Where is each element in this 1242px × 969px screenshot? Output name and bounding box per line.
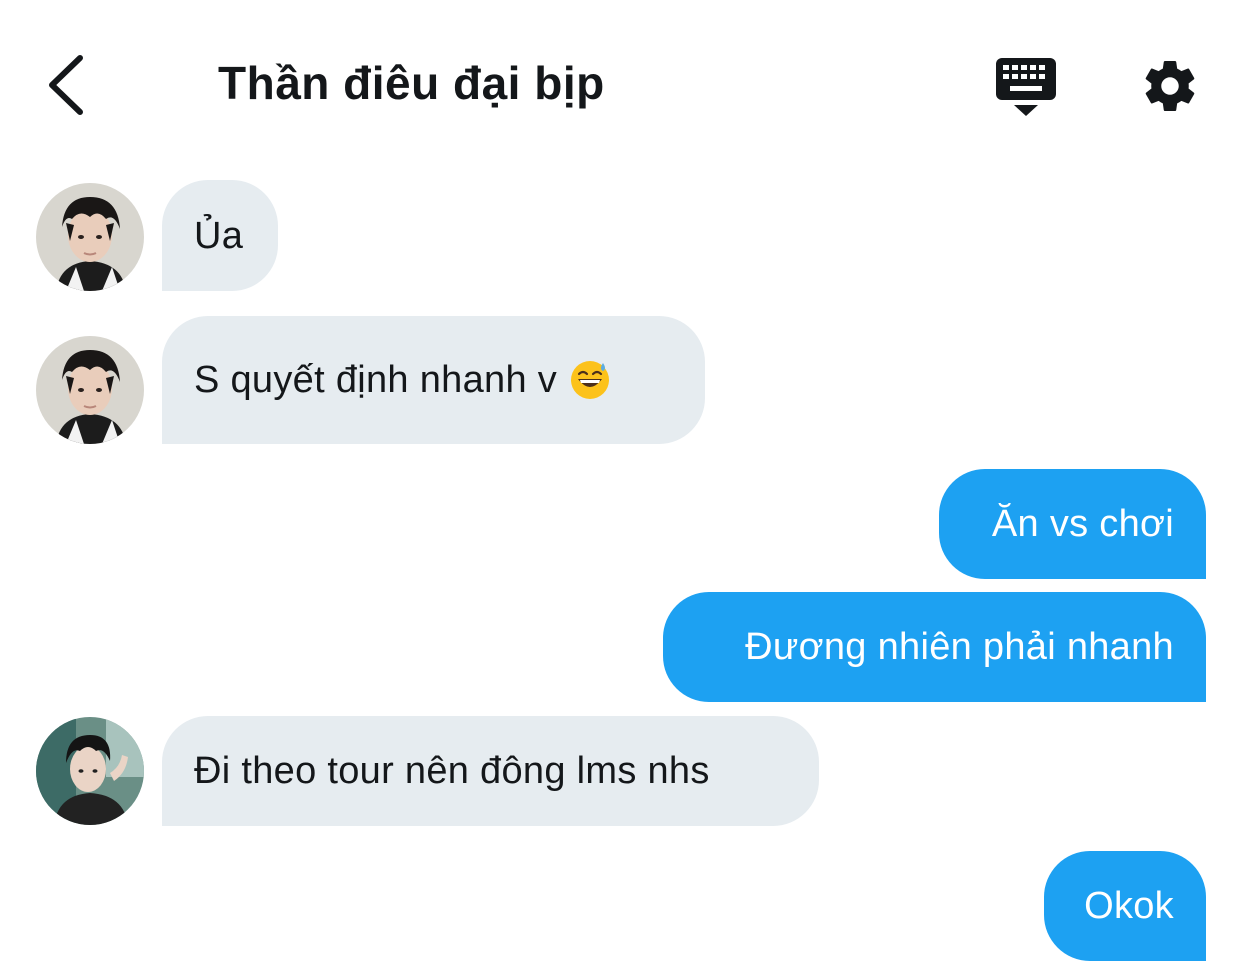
message-bubble-incoming[interactable]: Ủa bbox=[162, 180, 278, 291]
keyboard-hide-icon bbox=[996, 58, 1056, 116]
message-text: S quyết định nhanh v bbox=[194, 359, 558, 401]
conversation-title: Thần điêu đại bịp bbox=[218, 57, 605, 109]
message-text: Ủa bbox=[194, 214, 244, 257]
message-text: Okok bbox=[1084, 885, 1174, 927]
avatar[interactable] bbox=[36, 336, 144, 444]
settings-button[interactable] bbox=[1140, 56, 1200, 116]
message-text: Đi theo tour nên đông lms nhs bbox=[194, 750, 710, 792]
message-bubble-outgoing[interactable]: Okok bbox=[1044, 851, 1206, 961]
message-bubble-incoming[interactable]: S quyết định nhanh v bbox=[162, 316, 705, 444]
avatar-2-photo bbox=[36, 717, 144, 825]
avatar-1-photo bbox=[36, 183, 144, 291]
chevron-left-icon bbox=[49, 55, 83, 115]
grinning-sweat-emoji bbox=[571, 361, 610, 399]
message-bubble-outgoing[interactable]: Đương nhiên phải nhanh bbox=[663, 592, 1206, 702]
message-text: Ăn vs chơi bbox=[991, 503, 1174, 545]
avatar-1-photo bbox=[36, 336, 144, 444]
keyboard-toggle-button[interactable] bbox=[994, 56, 1058, 118]
back-button[interactable] bbox=[40, 50, 100, 120]
avatar[interactable] bbox=[36, 183, 144, 291]
message-bubble-outgoing[interactable]: Ăn vs chơi bbox=[939, 469, 1206, 579]
conversation-header: Thần điêu đại bịp bbox=[0, 0, 1242, 160]
message-text: Đương nhiên phải nhanh bbox=[745, 626, 1174, 668]
message-bubble-incoming[interactable]: Đi theo tour nên đông lms nhs bbox=[162, 716, 819, 826]
gear-icon bbox=[1145, 61, 1195, 111]
avatar[interactable] bbox=[36, 717, 144, 825]
